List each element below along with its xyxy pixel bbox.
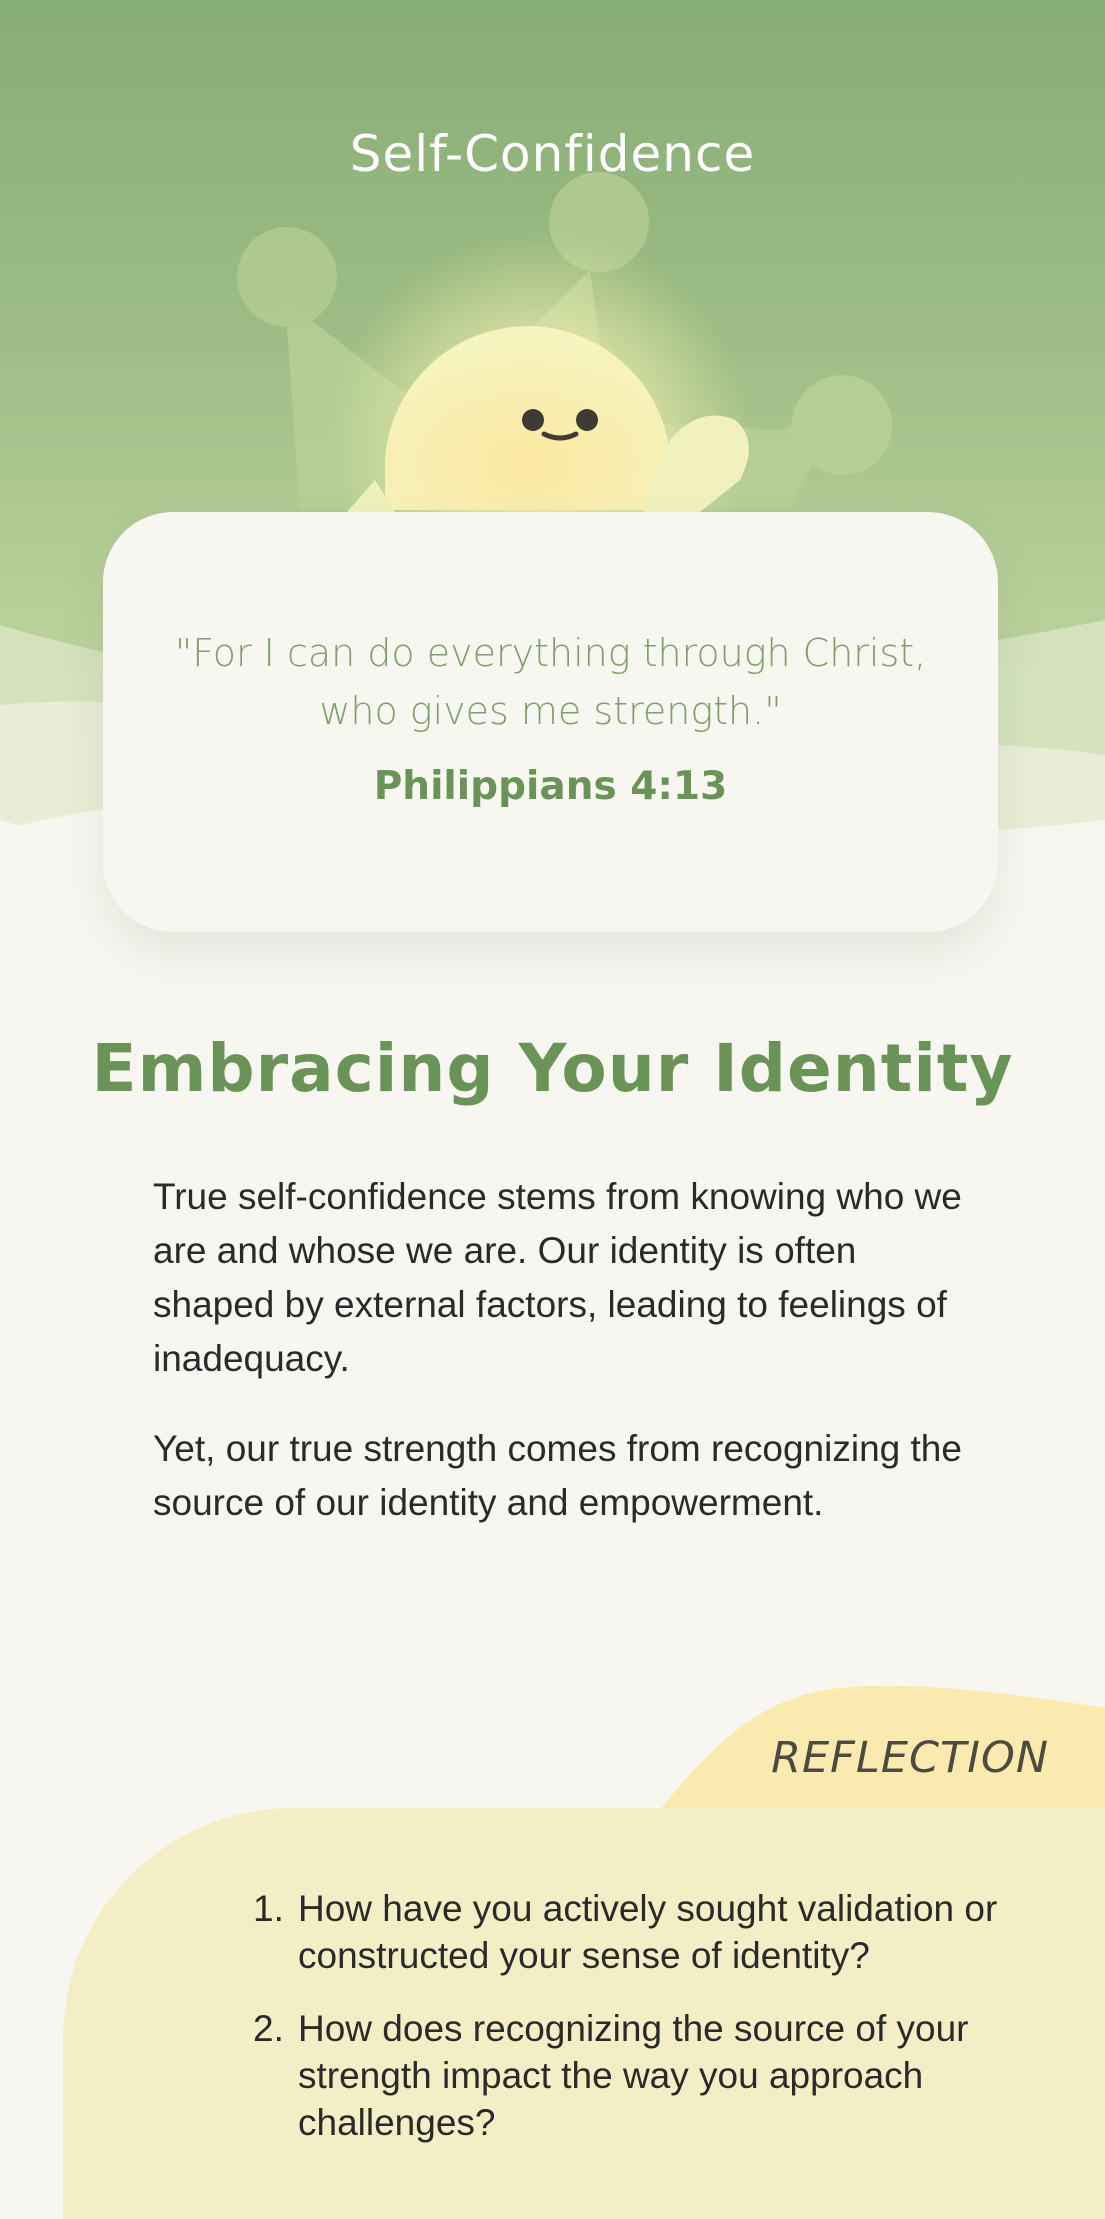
reflection-label: REFLECTION (771, 1733, 1049, 1783)
body-paragraph: Yet, our true strength comes from recogn… (153, 1428, 962, 1523)
question-number: 1. (253, 1888, 284, 1929)
question-text: How have you actively sought validation … (298, 1888, 998, 1976)
page-title: Self-Confidence (349, 125, 756, 183)
question-text: How does recognizing the source of your … (298, 2008, 969, 2143)
reflection-question-list: 1. How have you actively sought validati… (235, 1885, 1035, 2172)
body-paragraph: True self-confidence stems from knowing … (153, 1176, 962, 1379)
question-number: 2. (253, 2008, 284, 2049)
verse-card: "For I can do everything through Christ,… (103, 512, 998, 932)
list-item: 2. How does recognizing the source of yo… (235, 2005, 1035, 2146)
list-item: 1. How have you actively sought validati… (235, 1885, 1035, 1979)
verse-reference: Philippians 4:13 (373, 764, 728, 809)
section-heading: Embracing Your Identity (91, 1030, 1014, 1107)
verse-quote: "For I can do everything through Christ,… (174, 631, 927, 733)
